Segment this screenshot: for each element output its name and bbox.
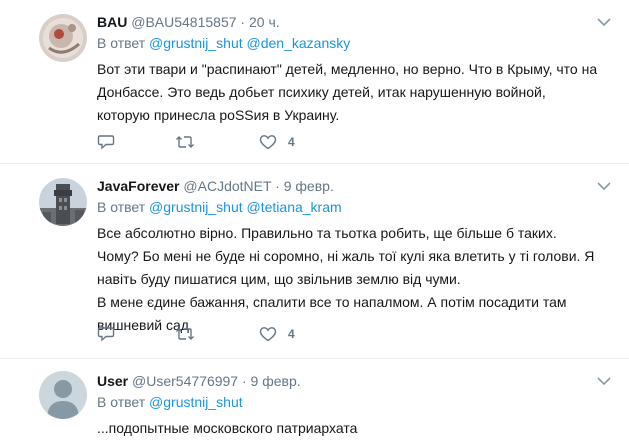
- separator: ·: [240, 14, 246, 30]
- tweet-text-line: Вот эти твари и "распинают" детей, медле…: [97, 61, 598, 77]
- tweet-1[interactable]: BAU @BAU54815857 · 20 ч. В ответ @grustn…: [0, 0, 629, 164]
- user-handle[interactable]: @ACJdotNET: [183, 178, 271, 194]
- display-name[interactable]: BAU: [97, 14, 127, 30]
- caret-down-icon[interactable]: [597, 178, 611, 191]
- avatar[interactable]: [39, 371, 87, 419]
- separator: ·: [241, 373, 247, 389]
- separator: ·: [275, 178, 280, 194]
- timestamp[interactable]: 20 ч.: [249, 14, 280, 30]
- like-count: 4: [288, 327, 295, 341]
- tweet-text-line: Чому? Бо мені не буде ні соромно, ні жал…: [97, 248, 595, 264]
- mention-link[interactable]: @grustnij_shut: [149, 35, 243, 51]
- tweet-2[interactable]: JavaForever @ACJdotNET · 9 февр. В ответ…: [0, 164, 629, 359]
- tweet-text-line: которую принесла poSSия в Украину.: [97, 107, 340, 123]
- like-count: 4: [288, 135, 295, 149]
- display-name[interactable]: User: [97, 373, 128, 389]
- reply-context: В ответ @grustnij_shut @den_kazansky: [97, 33, 609, 53]
- reply-prefix: В ответ: [97, 394, 146, 410]
- reply-button[interactable]: [97, 134, 175, 150]
- tweet-text: Вот эти твари и "распинают" детей, медле…: [97, 58, 609, 127]
- user-handle[interactable]: @User54776997: [132, 373, 238, 389]
- like-button[interactable]: 4: [259, 134, 295, 150]
- retweet-icon: [175, 134, 195, 150]
- reply-icon: [97, 326, 115, 342]
- tweet-text-line: Все абсолютно вірно. Правильно та тьотка…: [97, 225, 557, 241]
- timestamp[interactable]: 9 февр.: [284, 178, 334, 194]
- display-name[interactable]: JavaForever: [97, 178, 180, 194]
- tweet-3[interactable]: User @User54776997 · 9 февр. В ответ @gr…: [0, 359, 629, 445]
- mention-link[interactable]: @grustnij_shut: [149, 394, 243, 410]
- tweet-text-line: В мене єдине бажання, спалити все то нап…: [97, 294, 567, 310]
- like-button[interactable]: 4: [259, 326, 295, 342]
- mention-link[interactable]: @den_kazansky: [247, 35, 351, 51]
- retweet-icon: [175, 326, 195, 342]
- tweet-actions: 4: [97, 134, 295, 150]
- tweet-header: BAU @BAU54815857 · 20 ч.: [97, 12, 609, 32]
- tweet-text: Все абсолютно вірно. Правильно та тьотка…: [97, 222, 609, 337]
- caret-down-icon[interactable]: [597, 14, 611, 27]
- reply-context: В ответ @grustnij_shut @tetiana_kram: [97, 197, 609, 217]
- reply-prefix: В ответ: [97, 199, 146, 215]
- avatar[interactable]: [39, 178, 87, 226]
- reply-context: В ответ @grustnij_shut: [97, 392, 609, 412]
- reply-prefix: В ответ: [97, 35, 146, 51]
- caret-down-icon[interactable]: [597, 373, 611, 386]
- mention-link[interactable]: @tetiana_kram: [247, 199, 342, 215]
- tweet-header: User @User54776997 · 9 февр.: [97, 371, 609, 391]
- retweet-button[interactable]: [175, 134, 259, 150]
- tweet-actions: 4: [97, 326, 295, 342]
- like-icon: [259, 134, 277, 150]
- tweet-text-line: ...подопытные московского патриархата: [97, 420, 358, 436]
- avatar[interactable]: [39, 14, 87, 62]
- user-handle[interactable]: @BAU54815857: [131, 14, 236, 30]
- tweet-header: JavaForever @ACJdotNET · 9 февр.: [97, 176, 609, 196]
- mention-link[interactable]: @grustnij_shut: [149, 199, 243, 215]
- timestamp[interactable]: 9 февр.: [251, 373, 301, 389]
- like-icon: [259, 326, 277, 342]
- retweet-button[interactable]: [175, 326, 259, 342]
- reply-icon: [97, 134, 115, 150]
- tweet-text-line: навіть буду пишатися цим, що звільнив зе…: [97, 271, 461, 287]
- tweet-text-line: Донбассе. Это ведь добьет психику детей,…: [97, 84, 546, 100]
- reply-button[interactable]: [97, 326, 175, 342]
- tweet-text: ...подопытные московского патриархата: [97, 417, 609, 440]
